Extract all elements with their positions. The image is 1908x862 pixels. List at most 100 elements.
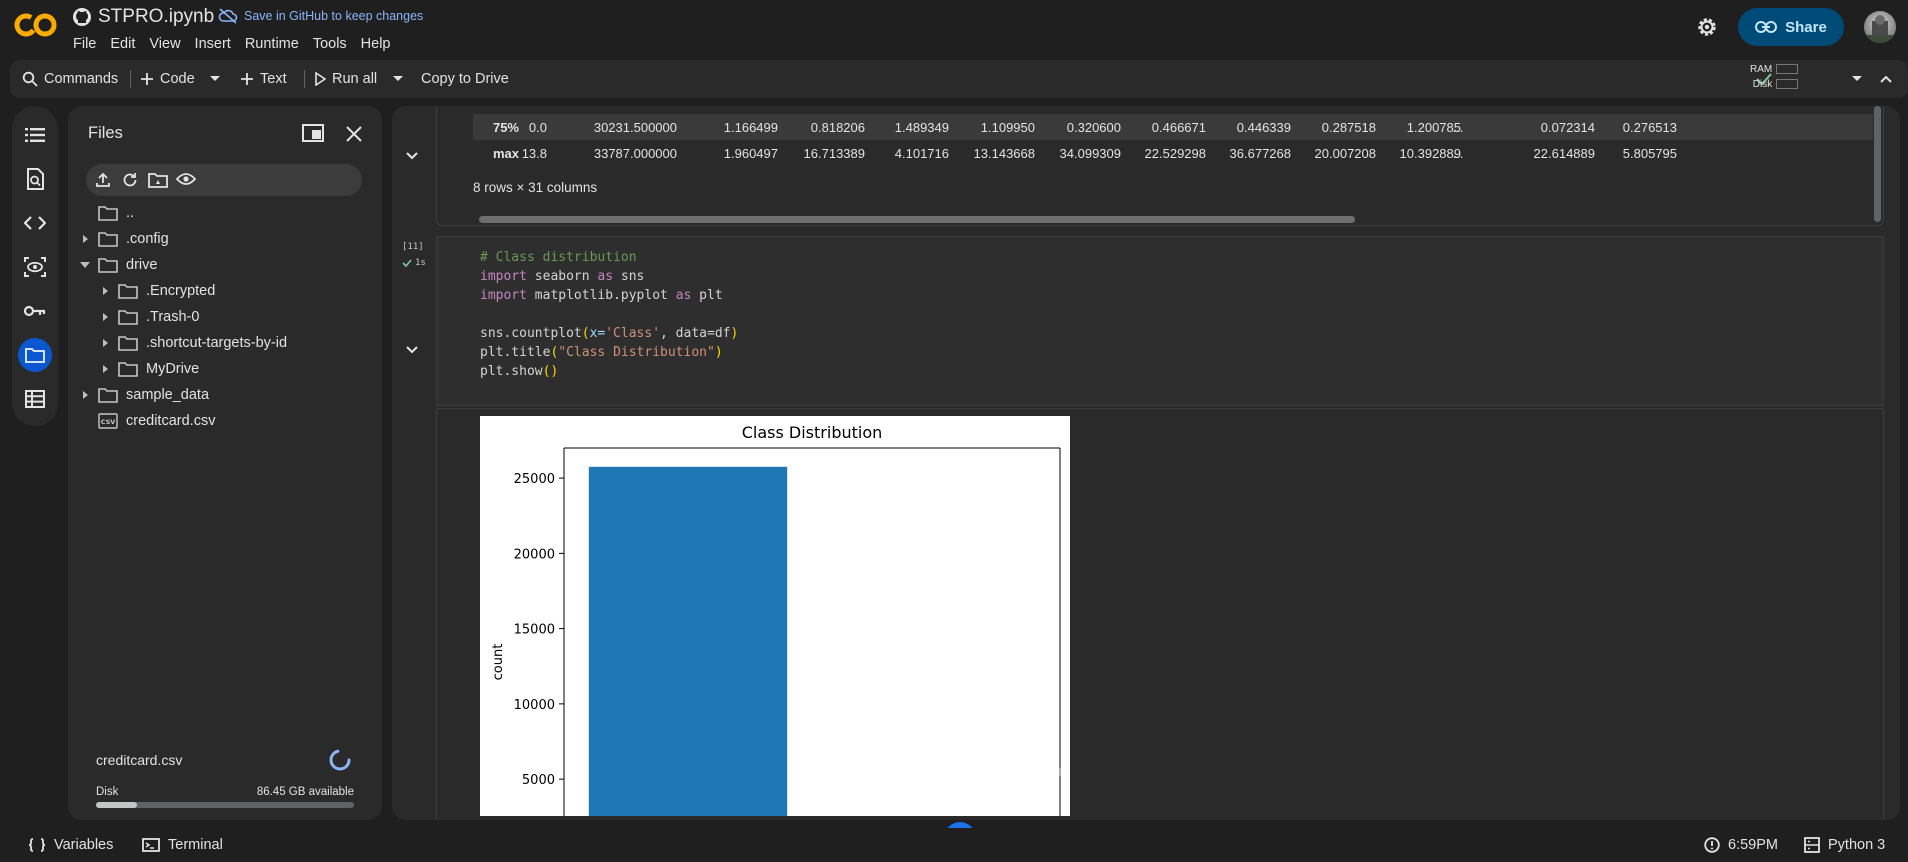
horizontal-scrollbar[interactable] [479, 216, 1355, 223]
caret-right-icon[interactable] [98, 364, 112, 374]
tree-item-shortcut-targets[interactable]: .shortcut-targets-by-id [98, 330, 287, 356]
vertical-scrollbar[interactable] [1874, 106, 1881, 222]
close-panel-icon[interactable] [346, 126, 362, 142]
menu-help[interactable]: Help [361, 36, 391, 52]
code-snippets-icon[interactable] [18, 206, 52, 240]
code-token: plt.title [480, 345, 551, 360]
resources-dropdown[interactable] [1852, 60, 1862, 98]
check-icon [402, 259, 412, 267]
notebook-title[interactable]: STPRO.ipynb [72, 6, 214, 28]
tree-item-label: creditcard.csv [126, 413, 216, 429]
menu-edit[interactable]: Edit [110, 36, 135, 52]
share-label: Share [1785, 18, 1827, 36]
chart-y-tick-label: 25000 [514, 472, 555, 487]
runtime-button[interactable]: Python 3 [1804, 834, 1885, 856]
tree-item-mydrive[interactable]: MyDrive [98, 356, 199, 382]
cloud-off-icon [218, 8, 238, 24]
disk-usage-label: Disk [1752, 79, 1773, 90]
tree-item-trash[interactable]: .Trash-0 [98, 304, 199, 330]
refresh-icon[interactable] [122, 172, 138, 188]
tree-item-label: .. [126, 205, 135, 221]
caret-down-icon [1852, 76, 1862, 81]
github-icon [73, 8, 91, 26]
menu-tools[interactable]: Tools [313, 36, 347, 52]
files-panel: Files .. .config drive .Encrypted .Trash… [68, 106, 382, 820]
find-in-notebook-icon[interactable] [18, 162, 52, 196]
caret-down-icon[interactable] [78, 260, 92, 270]
tree-item-label: drive [126, 257, 158, 273]
menu-view[interactable]: View [149, 36, 180, 52]
disk-usage-bar [1776, 79, 1799, 90]
tree-item-sample-data[interactable]: sample_data [78, 382, 209, 408]
caret-right-icon[interactable] [78, 390, 92, 400]
status-bar: Variables Terminal 6:59PM Python 3 [0, 828, 1908, 862]
terminal-icon [142, 838, 160, 852]
share-button[interactable]: Share [1738, 8, 1844, 46]
code-token: "Class Distribution" [558, 345, 715, 360]
tree-item-label: .shortcut-targets-by-id [146, 335, 288, 351]
tree-item-parent[interactable]: .. [78, 200, 134, 226]
upload-icon[interactable] [95, 172, 111, 188]
resources-indicator[interactable]: RAM Disk [1750, 62, 1799, 92]
menu-runtime[interactable]: Runtime [245, 36, 299, 52]
folder-icon [118, 336, 138, 351]
show-hidden-eye-icon[interactable] [176, 172, 196, 186]
execution-time-text: 1s [415, 258, 426, 268]
caret-down-icon [210, 76, 220, 81]
table-of-contents-icon[interactable] [18, 118, 52, 152]
data-table-icon[interactable] [18, 382, 52, 416]
files-panel-title: Files [88, 124, 123, 142]
menu-insert[interactable]: Insert [195, 36, 231, 52]
save-in-github-notice[interactable]: Save in GitHub to keep changes [218, 8, 423, 24]
settings-gear-icon[interactable] [1694, 14, 1720, 40]
tree-item-label: .Encrypted [146, 283, 216, 299]
menu-file[interactable]: File [73, 36, 96, 52]
tree-item-drive[interactable]: drive [78, 252, 157, 278]
disk-usage-bar [96, 802, 354, 808]
run-all-button[interactable]: Run all [314, 60, 377, 98]
code-token: import [480, 269, 527, 284]
save-notice-text: Save in GitHub to keep changes [244, 9, 424, 23]
tree-item-label: .Trash-0 [146, 309, 200, 325]
watermark-text: mostaql.com [863, 744, 1047, 775]
notebook-toolbar: Commands Code Text Run all Copy to Drive… [10, 60, 1908, 98]
add-code-button[interactable]: Code [140, 60, 195, 98]
mount-drive-icon[interactable] [148, 172, 168, 188]
files-folder-icon[interactable] [18, 338, 52, 372]
toolbar-divider [130, 70, 131, 88]
caret-right-icon[interactable] [98, 312, 112, 322]
caret-right-icon[interactable] [98, 338, 112, 348]
collapse-header-button[interactable] [1880, 60, 1892, 98]
code-comment: # Class distribution [480, 250, 637, 265]
tree-item-creditcard-csv[interactable]: CSV creditcard.csv [78, 408, 215, 434]
collapse-output-chevron-icon[interactable] [406, 346, 418, 354]
secrets-key-icon[interactable] [18, 294, 52, 328]
ram-bar [1776, 64, 1799, 75]
caret-right-icon[interactable] [98, 286, 112, 296]
open-in-tab-icon[interactable] [302, 124, 324, 142]
side-rail [12, 106, 58, 426]
runtime-label: Python 3 [1828, 837, 1886, 853]
terminal-button[interactable]: Terminal [142, 834, 223, 856]
tree-item-config[interactable]: .config [78, 226, 169, 252]
variables-button[interactable]: Variables [28, 834, 113, 856]
code-token: , data=df [660, 326, 731, 341]
plus-icon [241, 73, 253, 85]
chart-y-tick-label: 20000 [514, 547, 555, 562]
run-all-dropdown[interactable] [393, 60, 403, 98]
tree-item-encrypted[interactable]: .Encrypted [98, 278, 215, 304]
variable-inspector-icon[interactable] [18, 250, 52, 284]
copy-to-drive-button[interactable]: Copy to Drive [421, 60, 509, 98]
folder-icon [98, 232, 118, 247]
add-text-button[interactable]: Text [240, 60, 287, 98]
user-avatar[interactable] [1864, 11, 1896, 43]
caret-right-icon[interactable] [78, 234, 92, 244]
disk-label: Disk [96, 786, 119, 798]
commands-label: Commands [44, 71, 119, 87]
commands-button[interactable]: Commands [22, 60, 118, 98]
execution-time-status[interactable]: 6:59PM [1704, 834, 1778, 856]
code-editor[interactable]: # Class distribution import seaborn as s… [480, 248, 738, 381]
colab-logo[interactable] [14, 10, 58, 40]
add-code-dropdown[interactable] [210, 60, 220, 98]
collapse-output-chevron-icon[interactable] [406, 152, 418, 160]
